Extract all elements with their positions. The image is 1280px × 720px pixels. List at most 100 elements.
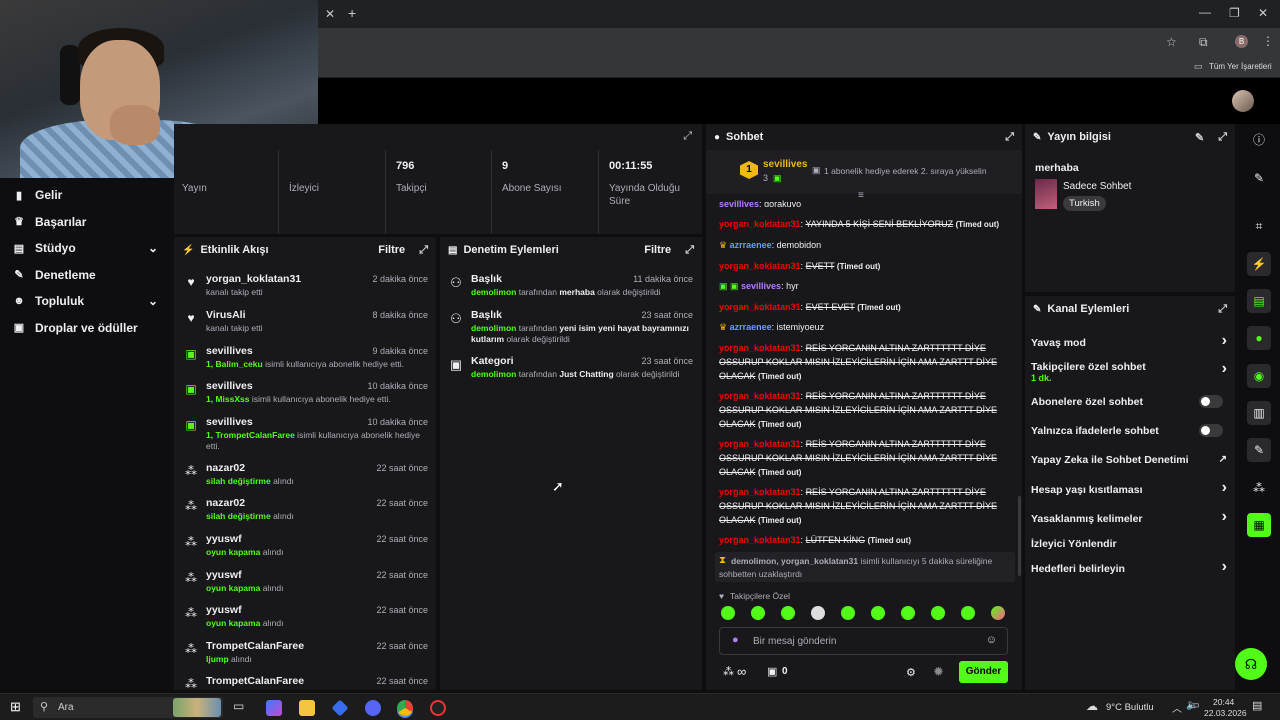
- moderator-name[interactable]: demolimon: [471, 369, 516, 379]
- user-avatar[interactable]: [1232, 90, 1254, 112]
- activity-username[interactable]: yyuswf: [206, 604, 242, 616]
- settings-icon[interactable]: ⚙: [906, 666, 916, 679]
- emote-icon[interactable]: [721, 606, 735, 620]
- sidebar-item-denetleme[interactable]: ✎ Denetleme: [0, 262, 172, 289]
- app-icon[interactable]: [331, 699, 349, 717]
- activity-username[interactable]: sevillives: [206, 380, 253, 392]
- emote-icon[interactable]: [871, 606, 885, 620]
- lightning-icon[interactable]: ⚡: [1247, 252, 1271, 276]
- chat-username[interactable]: sevillives: [719, 199, 759, 207]
- chat-scrollbar[interactable]: [1018, 496, 1021, 576]
- toggle-switch[interactable]: [1199, 395, 1223, 408]
- moderator-name[interactable]: demolimon: [471, 323, 516, 333]
- activity-username[interactable]: yyuswf: [206, 533, 242, 545]
- activity-username[interactable]: yorgan_koklatan31: [206, 273, 301, 285]
- badge-icon[interactable]: ✹: [933, 664, 944, 680]
- send-button[interactable]: Gönder: [959, 661, 1008, 683]
- filter-button[interactable]: Filtre: [378, 244, 405, 256]
- popout-icon[interactable]: ⤢: [1005, 131, 1014, 144]
- window-close-icon[interactable]: ✕: [1258, 6, 1268, 20]
- info-icon[interactable]: ⓘ: [1247, 128, 1271, 152]
- chat-username[interactable]: yorgan_koklatan31: [719, 391, 801, 401]
- chat-username[interactable]: yorgan_koklatan31: [719, 219, 801, 229]
- channel-action-item[interactable]: Abonelere özel sohbet: [1031, 395, 1231, 408]
- sidebar-item-droplar[interactable]: ▣ Droplar ve ödüller: [0, 315, 172, 342]
- pinned-username[interactable]: sevillives: [763, 159, 807, 170]
- file-explorer-icon[interactable]: [299, 700, 315, 716]
- sidebar-item-basarilar[interactable]: ♛ Başarılar: [0, 209, 172, 236]
- channel-action-item[interactable]: İzleyici Yönlendir: [1031, 538, 1231, 550]
- sidebar-item-topluluk[interactable]: ☻ Topluluk ⌄: [0, 288, 172, 315]
- minimize-icon[interactable]: —: [1199, 5, 1211, 19]
- copilot-icon[interactable]: [266, 700, 282, 716]
- moderator-name[interactable]: demolimon: [471, 287, 516, 297]
- menu-icon[interactable]: ⋮: [1262, 34, 1274, 48]
- extensions-icon[interactable]: ⧉: [1199, 35, 1208, 50]
- emote-icon[interactable]: [931, 606, 945, 620]
- windows-start-icon[interactable]: ⊞: [10, 699, 21, 715]
- chat-icon[interactable]: ●: [1247, 326, 1271, 350]
- category-name[interactable]: Sadece Sohbet: [1063, 181, 1131, 192]
- channel-action-item[interactable]: Hesap yaşı kısıtlaması ›: [1031, 479, 1231, 496]
- chrome-icon[interactable]: [397, 700, 413, 716]
- channel-action-item[interactable]: Yapay Zeka ile Sohbet Denetimi ↗: [1031, 454, 1231, 466]
- channel-action-item[interactable]: Yavaş mod ›: [1031, 332, 1231, 349]
- volume-icon[interactable]: 🔈: [1186, 700, 1198, 711]
- tag-chip[interactable]: Turkish: [1063, 196, 1106, 211]
- emote-icon[interactable]: [781, 606, 795, 620]
- star-icon[interactable]: ☆: [1166, 35, 1177, 49]
- emote-icon[interactable]: [901, 606, 915, 620]
- microphone-icon[interactable]: ●: [732, 634, 739, 646]
- popout-icon[interactable]: ⤢: [419, 244, 428, 257]
- gift-icon[interactable]: ▣: [767, 665, 777, 678]
- document-icon[interactable]: ▤: [1247, 289, 1271, 313]
- channel-action-item[interactable]: Yalnızca ifadelerle sohbet: [1031, 424, 1231, 437]
- restore-icon[interactable]: ❐: [1229, 6, 1240, 20]
- close-tab-icon[interactable]: ✕: [325, 7, 335, 21]
- chat-username[interactable]: yorgan_koklatan31: [719, 261, 801, 271]
- filter-button[interactable]: Filtre: [644, 244, 671, 256]
- scan-icon[interactable]: ⌗: [1247, 214, 1271, 238]
- activity-username[interactable]: VirusAli: [206, 309, 246, 321]
- activity-username[interactable]: nazar02: [206, 497, 245, 509]
- broadcast-icon[interactable]: ◉: [1247, 364, 1271, 388]
- sidebar-item-studyo[interactable]: ▤ Stüdyo ⌄: [0, 235, 172, 262]
- channel-action-item[interactable]: Takipçilere özel sohbet 1 dk. ›: [1031, 360, 1231, 383]
- chat-username[interactable]: yorgan_koklatan31: [719, 302, 801, 312]
- stack-icon[interactable]: ▥: [1247, 401, 1271, 425]
- chat-input-placeholder[interactable]: Bir mesaj gönderin: [753, 636, 836, 647]
- activity-username[interactable]: nazar02: [206, 462, 245, 474]
- people-icon[interactable]: ⁂: [1247, 476, 1271, 500]
- activity-username[interactable]: TrompetCalanFaree: [206, 675, 304, 687]
- popout-icon[interactable]: ⤢: [1218, 131, 1227, 144]
- emote-icon[interactable]: [751, 606, 765, 620]
- profile-avatar[interactable]: B: [1235, 35, 1248, 48]
- all-bookmarks-link[interactable]: Tüm Yer İşaretleri: [1209, 62, 1272, 71]
- discord-icon[interactable]: [365, 700, 381, 716]
- pencil-icon[interactable]: ✎: [1247, 166, 1271, 190]
- taskbar-search[interactable]: ⚲ Ara: [33, 697, 223, 718]
- wrench-icon[interactable]: ✎: [1247, 438, 1271, 462]
- chat-username[interactable]: azrraenee: [730, 322, 772, 332]
- chat-username[interactable]: yorgan_koklatan31: [719, 487, 801, 497]
- activity-username[interactable]: sevillives: [206, 416, 253, 428]
- popout-icon[interactable]: ⤢: [685, 244, 694, 257]
- emoji-icon[interactable]: ☺: [986, 634, 997, 646]
- clapper-icon[interactable]: ▦: [1247, 513, 1271, 537]
- channel-action-item[interactable]: Yasaklanmış kelimeler ›: [1031, 508, 1231, 525]
- task-view-icon[interactable]: ▭: [233, 699, 244, 713]
- toggle-switch[interactable]: [1199, 424, 1223, 437]
- help-chat-icon[interactable]: ☊: [1235, 648, 1267, 680]
- clock-date[interactable]: 22.03.2026: [1204, 708, 1247, 718]
- obs-icon[interactable]: [430, 700, 446, 716]
- channel-action-item[interactable]: Hedefleri belirleyin ›: [1031, 558, 1231, 575]
- chat-username[interactable]: sevillives: [741, 281, 781, 291]
- emote-icon[interactable]: [961, 606, 975, 620]
- notification-icon[interactable]: ▤: [1252, 699, 1262, 712]
- chat-input-box[interactable]: ● Bir mesaj gönderin ☺: [719, 627, 1008, 655]
- clock-time[interactable]: 20:44: [1213, 697, 1234, 707]
- activity-username[interactable]: yyuswf: [206, 569, 242, 581]
- emote-icon[interactable]: [991, 606, 1005, 620]
- activity-username[interactable]: TrompetCalanFaree: [206, 640, 304, 652]
- chat-username[interactable]: yorgan_koklatan31: [719, 439, 801, 449]
